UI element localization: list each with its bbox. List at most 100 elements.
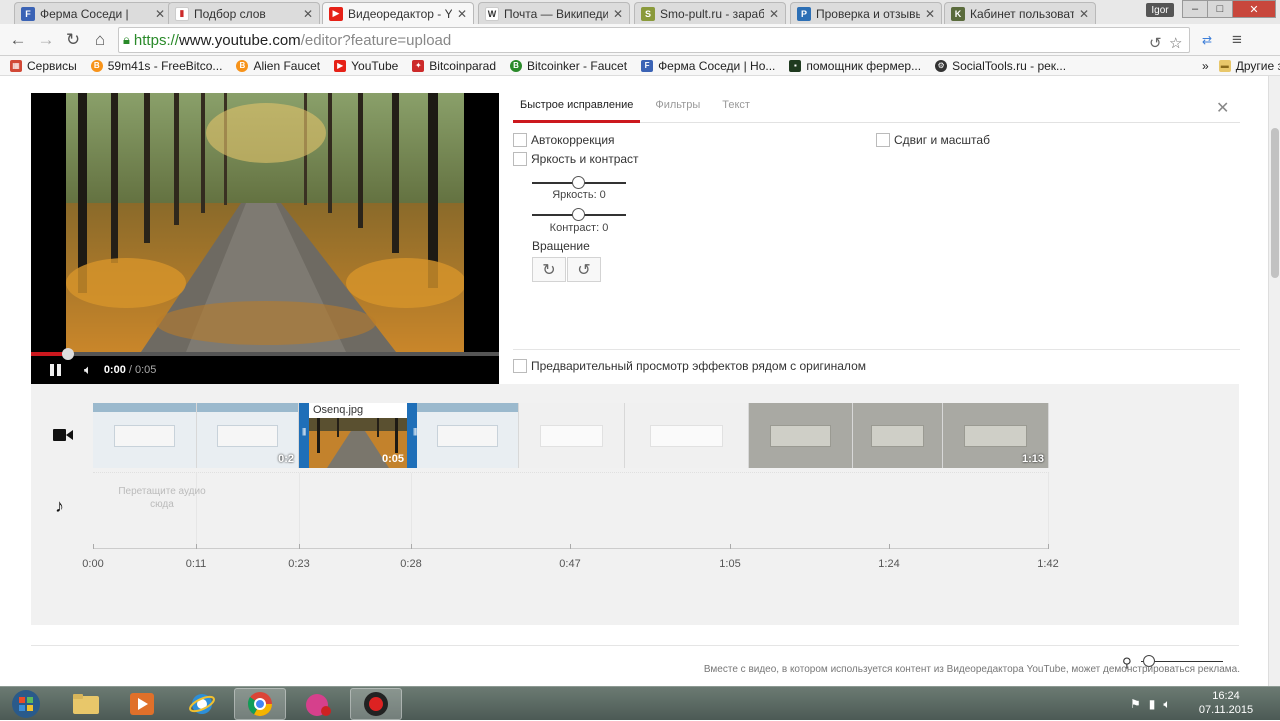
chrome-taskbar-item[interactable] (234, 688, 286, 720)
user-badge[interactable]: Igor (1146, 3, 1174, 17)
trim-left-handle-icon[interactable]: ||| (302, 427, 306, 436)
clip-thumbnail[interactable] (93, 403, 197, 468)
contrast-slider-handle[interactable] (572, 208, 585, 221)
close-tab-icon[interactable]: ✕ (1079, 7, 1089, 21)
clip-thumbnail[interactable]: 0:2 (197, 403, 299, 468)
other-bookmarks-folder[interactable]: ▬ Другие закладки (1218, 59, 1280, 73)
tab-text[interactable]: Текст (715, 93, 757, 123)
bitcoin-icon: B (90, 59, 103, 72)
close-tab-icon[interactable]: ✕ (457, 7, 467, 21)
bookmark-item[interactable]: F Ферма Соседи | Но... (641, 59, 775, 73)
browser-tab-active[interactable]: ▶ Видеоредактор - Yo ✕ (322, 2, 474, 24)
network-icon[interactable]: ▮ (1149, 697, 1156, 711)
close-tab-icon[interactable]: ✕ (613, 7, 623, 21)
bookmark-item[interactable]: B Alien Faucet (236, 59, 320, 73)
tab-filters[interactable]: Фильтры (648, 93, 707, 123)
brightness-contrast-checkbox[interactable] (513, 152, 527, 166)
close-tab-icon[interactable]: ✕ (303, 7, 313, 21)
bookmark-star-icon[interactable]: ☆ (1169, 34, 1182, 52)
ie-taskbar-item[interactable] (176, 688, 228, 720)
clock-time: 16:24 (1212, 690, 1240, 702)
brightness-slider-handle[interactable] (572, 176, 585, 189)
clip-thumbnail[interactable] (417, 403, 519, 468)
bookmark-item[interactable]: ▶ YouTube (334, 59, 398, 73)
forward-arrow-icon[interactable]: → (36, 30, 56, 50)
brightness-contrast-option[interactable]: Яркость и контраст (513, 152, 639, 166)
scrollbar-thumb[interactable] (1271, 128, 1279, 278)
back-arrow-icon[interactable]: ← (8, 30, 28, 50)
bar-chart-favicon-icon: ▮ (175, 6, 189, 21)
browser-tab[interactable]: ▮ Подбор слов ✕ (168, 2, 320, 24)
close-icon[interactable]: ✕ (1216, 98, 1229, 118)
start-button[interactable] (6, 687, 46, 721)
selected-clip[interactable]: Osenq.jpg 0:05 (299, 403, 417, 468)
timeline-zoom-slider[interactable] (1141, 655, 1223, 667)
pause-icon[interactable] (50, 364, 62, 376)
browser-tab[interactable]: W Почта — Википедия ✕ (478, 2, 630, 24)
maximize-window-button[interactable]: □ (1207, 0, 1233, 18)
side-by-side-preview-label: Предварительный просмотр эффектов рядом … (531, 359, 866, 373)
volume-icon[interactable]: 🔈︎ (84, 362, 92, 378)
close-window-button[interactable]: ✕ (1232, 0, 1276, 18)
bookmark-item[interactable]: B 59m41s - FreeBitco... (90, 59, 222, 73)
contrast-slider[interactable] (532, 208, 626, 221)
pan-zoom-option[interactable]: Сдвиг и масштаб (876, 133, 990, 147)
explorer-taskbar-item[interactable] (60, 688, 112, 720)
history-icon[interactable]: ↺ (1149, 34, 1162, 52)
media-player-taskbar-item[interactable] (116, 688, 168, 720)
bookmark-apps[interactable]: ▦ Сервисы (10, 59, 77, 73)
trim-right-handle-icon[interactable]: ||| (413, 427, 417, 436)
taskbar-clock[interactable]: 16:24 07.11.2015 (1196, 689, 1256, 717)
contrast-value-label: Контраст: 0 (549, 222, 609, 234)
close-tab-icon[interactable]: ✕ (925, 7, 935, 21)
bookmark-item[interactable]: ✦ Bitcoinparad (412, 59, 496, 73)
farm-icon: F (641, 59, 654, 72)
pan-zoom-checkbox[interactable] (876, 133, 890, 147)
bookmarks-overflow-button[interactable]: » (1202, 59, 1209, 73)
bookmark-label: Ферма Соседи | Но... (658, 58, 776, 73)
app-taskbar-item[interactable] (292, 688, 344, 720)
ads-notice: Вместе с видео, в котором используется к… (703, 664, 1240, 675)
page-scrollbar[interactable] (1268, 76, 1280, 686)
close-tab-icon[interactable]: ✕ (769, 7, 779, 21)
bookmark-item[interactable]: ⚙ SocialTools.ru - рек... (935, 59, 1066, 73)
side-by-side-preview-checkbox[interactable] (513, 359, 527, 373)
autocorrect-checkbox[interactable] (513, 133, 527, 147)
clip-thumbnail[interactable] (749, 403, 853, 468)
bookmark-label: Alien Faucet (253, 58, 321, 73)
bookmark-item[interactable]: B Bitcoinker - Faucet (510, 59, 627, 73)
extension-p2p-icon[interactable]: ⇄ (1197, 30, 1217, 50)
tab-title: Видеоредактор - Yo (348, 6, 452, 21)
clip-thumbnail[interactable] (853, 403, 943, 468)
autocorrect-label: Автокоррекция (531, 133, 615, 147)
side-by-side-preview-option[interactable]: Предварительный просмотр эффектов рядом … (513, 359, 866, 373)
video-player[interactable]: 🔈︎ 0:00 / 0:05 (31, 93, 499, 384)
close-tab-icon[interactable]: ✕ (155, 7, 165, 21)
browser-tab[interactable]: K Кабинет пользовате ✕ (944, 2, 1096, 24)
clip-name: Osenq.jpg (309, 403, 407, 418)
chrome-menu-icon[interactable]: ≡ (1227, 30, 1247, 50)
browser-tab[interactable]: S Smo-pult.ru - зараб ✕ (634, 2, 786, 24)
video-track[interactable]: 0:2 Osenq.jpg 0:05 ||| ||| 1:13 (93, 403, 1049, 468)
screen-recorder-icon (364, 692, 388, 716)
timeline-ruler: 0:00 0:11 0:23 0:28 0:47 1:05 1:24 1:42 (82, 544, 1059, 570)
tray-notification-icon[interactable]: ⚑ (1130, 697, 1141, 711)
minimize-window-button[interactable]: – (1182, 0, 1208, 18)
clip-thumbnail[interactable] (625, 403, 749, 468)
home-icon[interactable]: ⌂ (90, 30, 110, 50)
recorder-taskbar-item[interactable] (350, 688, 402, 720)
address-bar[interactable]: 🔒︎ https://www.youtube.com/editor?featur… (118, 27, 1190, 53)
tab-quick-fixes[interactable]: Быстрое исправление (513, 93, 641, 123)
audio-track[interactable]: Перетащите аудио сюда (93, 472, 1049, 545)
rotate-right-icon[interactable]: ↻ (532, 257, 566, 282)
rotate-left-icon[interactable]: ↺ (567, 257, 601, 282)
clip-thumbnail[interactable] (519, 403, 625, 468)
brightness-slider[interactable] (532, 176, 626, 189)
autocorrect-option[interactable]: Автокоррекция (513, 133, 615, 147)
browser-tab[interactable]: P Проверка и отзывы ✕ (790, 2, 942, 24)
clip-thumbnail[interactable]: 1:13 (943, 403, 1049, 468)
browser-tab[interactable]: F Ферма Соседи | ✕ (14, 2, 172, 24)
bookmark-item[interactable]: ▪ помощник фермер... (789, 59, 921, 73)
volume-icon[interactable]: 🔈︎ (1163, 697, 1170, 712)
reload-icon[interactable]: ↻ (63, 30, 83, 50)
